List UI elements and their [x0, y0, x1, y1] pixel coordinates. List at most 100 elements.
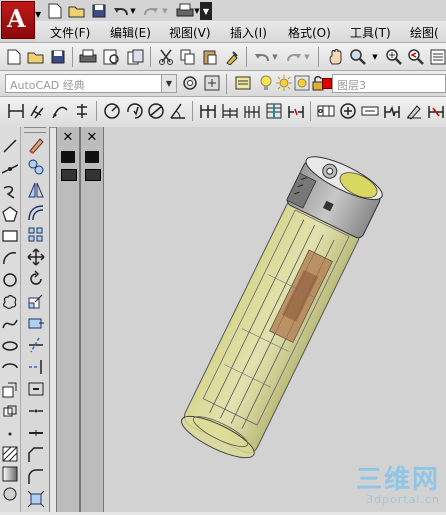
spline-icon[interactable] — [0, 315, 20, 333]
mirror-icon[interactable] — [25, 180, 47, 200]
layer-on-icon[interactable] — [256, 73, 276, 93]
save-icon[interactable] — [48, 47, 68, 67]
chevron-down-icon[interactable]: ▼ — [270, 47, 280, 67]
quick-dim-icon[interactable] — [198, 101, 218, 121]
stretch-icon[interactable] — [25, 313, 47, 333]
rotate-icon[interactable] — [25, 269, 47, 289]
palette-properties-icon[interactable] — [61, 169, 77, 181]
close-icon[interactable]: ✕ — [85, 131, 99, 145]
chevron-down-icon[interactable]: ▼ — [35, 10, 43, 19]
radius-icon[interactable] — [102, 101, 122, 121]
cut-icon[interactable] — [156, 47, 176, 67]
chevron-down-icon[interactable]: ▼ — [302, 47, 312, 67]
properties-icon[interactable] — [428, 47, 446, 67]
chamfer-icon[interactable] — [25, 445, 47, 465]
match-properties-icon[interactable] — [222, 47, 242, 67]
ellipse-icon[interactable] — [0, 337, 20, 355]
menu-insert[interactable]: 插入(I) — [230, 24, 267, 41]
scale-icon[interactable] — [25, 291, 47, 311]
redo-icon[interactable] — [284, 47, 304, 67]
center-mark-icon[interactable] — [338, 101, 358, 121]
zoom-icon[interactable] — [348, 47, 368, 67]
spacing-icon[interactable] — [264, 101, 284, 121]
aligned-dim-icon[interactable] — [28, 101, 48, 121]
jog-linear-icon[interactable] — [382, 101, 402, 121]
palette-properties-icon[interactable] — [85, 169, 101, 181]
application-menu-button[interactable]: A — [1, 1, 35, 39]
layer-properties-icon[interactable] — [234, 73, 254, 93]
region-icon[interactable] — [0, 485, 20, 503]
gradient-icon[interactable] — [0, 465, 20, 483]
erase-icon[interactable] — [25, 135, 47, 155]
menu-edit[interactable]: 编辑(E) — [110, 24, 151, 41]
zoom-previous-icon[interactable] — [406, 47, 426, 67]
angular-icon[interactable] — [168, 101, 188, 121]
ordinate-icon[interactable] — [72, 101, 92, 121]
diameter-icon[interactable] — [146, 101, 166, 121]
menu-view[interactable]: 视图(V) — [169, 24, 211, 41]
menu-file[interactable]: 文件(F) — [50, 24, 90, 41]
workspace-settings-icon[interactable] — [180, 73, 200, 93]
palette-auto-hide-icon[interactable] — [85, 151, 99, 163]
continue-icon[interactable] — [242, 101, 262, 121]
edit-icon[interactable] — [404, 101, 424, 121]
chevron-down-icon[interactable]: ▼ — [128, 2, 138, 20]
break-at-point-icon[interactable] — [25, 379, 47, 399]
layer-dropdown[interactable]: 图层3 — [332, 74, 446, 93]
chevron-down-icon[interactable]: ▼ — [161, 75, 176, 92]
copy-icon[interactable] — [178, 47, 198, 67]
ellipse-arc-icon[interactable] — [0, 359, 20, 377]
chevron-down-icon[interactable]: ▼ — [370, 47, 380, 67]
arc-icon[interactable] — [0, 249, 20, 267]
close-icon[interactable]: ✕ — [61, 131, 75, 145]
chevron-down-icon[interactable]: ▼ — [160, 2, 170, 20]
linear-dim-icon[interactable] — [6, 101, 26, 121]
menu-tools[interactable]: 工具(T) — [350, 24, 391, 41]
workspace-save-icon[interactable] — [202, 73, 222, 93]
hatch-icon[interactable] — [0, 445, 20, 463]
offset-icon[interactable] — [25, 203, 47, 223]
undo-icon[interactable] — [252, 47, 272, 67]
jogged-icon[interactable] — [124, 101, 144, 121]
publish-icon[interactable] — [126, 47, 146, 67]
array-icon[interactable] — [25, 225, 47, 245]
construction-line-icon[interactable] — [0, 160, 20, 178]
fillet-icon[interactable] — [25, 467, 47, 487]
make-block-icon[interactable] — [0, 403, 20, 421]
menu-format[interactable]: 格式(O) — [288, 24, 331, 41]
polyline-icon[interactable] — [0, 183, 20, 201]
dim-update-icon[interactable] — [426, 101, 446, 121]
copy-icon[interactable] — [25, 157, 47, 177]
new-icon[interactable] — [46, 2, 64, 20]
circle-icon[interactable] — [0, 271, 20, 289]
paste-icon[interactable] — [200, 47, 220, 67]
rectangle-icon[interactable] — [0, 227, 20, 245]
arc-length-icon[interactable] — [50, 101, 70, 121]
toolbar-grip[interactable] — [24, 127, 46, 133]
baseline-icon[interactable] — [220, 101, 240, 121]
redo-icon[interactable] — [142, 2, 160, 20]
inspect-icon[interactable] — [360, 101, 380, 121]
join-icon[interactable] — [25, 423, 47, 443]
save-icon[interactable] — [90, 2, 108, 20]
workspace-dropdown[interactable]: AutoCAD 经典 ▼ — [5, 74, 177, 93]
layer-freeze-icon[interactable] — [274, 73, 294, 93]
insert-block-icon[interactable] — [0, 381, 20, 399]
plot-preview-icon[interactable] — [102, 47, 122, 67]
drawing-viewport[interactable]: 三维网 3dportal.cn — [104, 127, 446, 512]
plot-icon[interactable] — [78, 47, 98, 67]
explode-icon[interactable] — [25, 489, 47, 509]
tolerance-icon[interactable] — [316, 101, 336, 121]
move-icon[interactable] — [25, 247, 47, 267]
pan-icon[interactable] — [326, 47, 346, 67]
extend-icon[interactable] — [25, 357, 47, 377]
trim-icon[interactable] — [25, 335, 47, 355]
new-icon[interactable] — [4, 47, 24, 67]
polygon-icon[interactable] — [0, 205, 20, 223]
customize-quick-access-icon[interactable]: ▼ — [200, 2, 212, 20]
open-icon[interactable] — [68, 2, 86, 20]
break-icon[interactable] — [25, 401, 47, 421]
break-icon[interactable] — [286, 101, 306, 121]
line-icon[interactable] — [0, 137, 20, 155]
zoom-realtime-icon[interactable] — [384, 47, 404, 67]
